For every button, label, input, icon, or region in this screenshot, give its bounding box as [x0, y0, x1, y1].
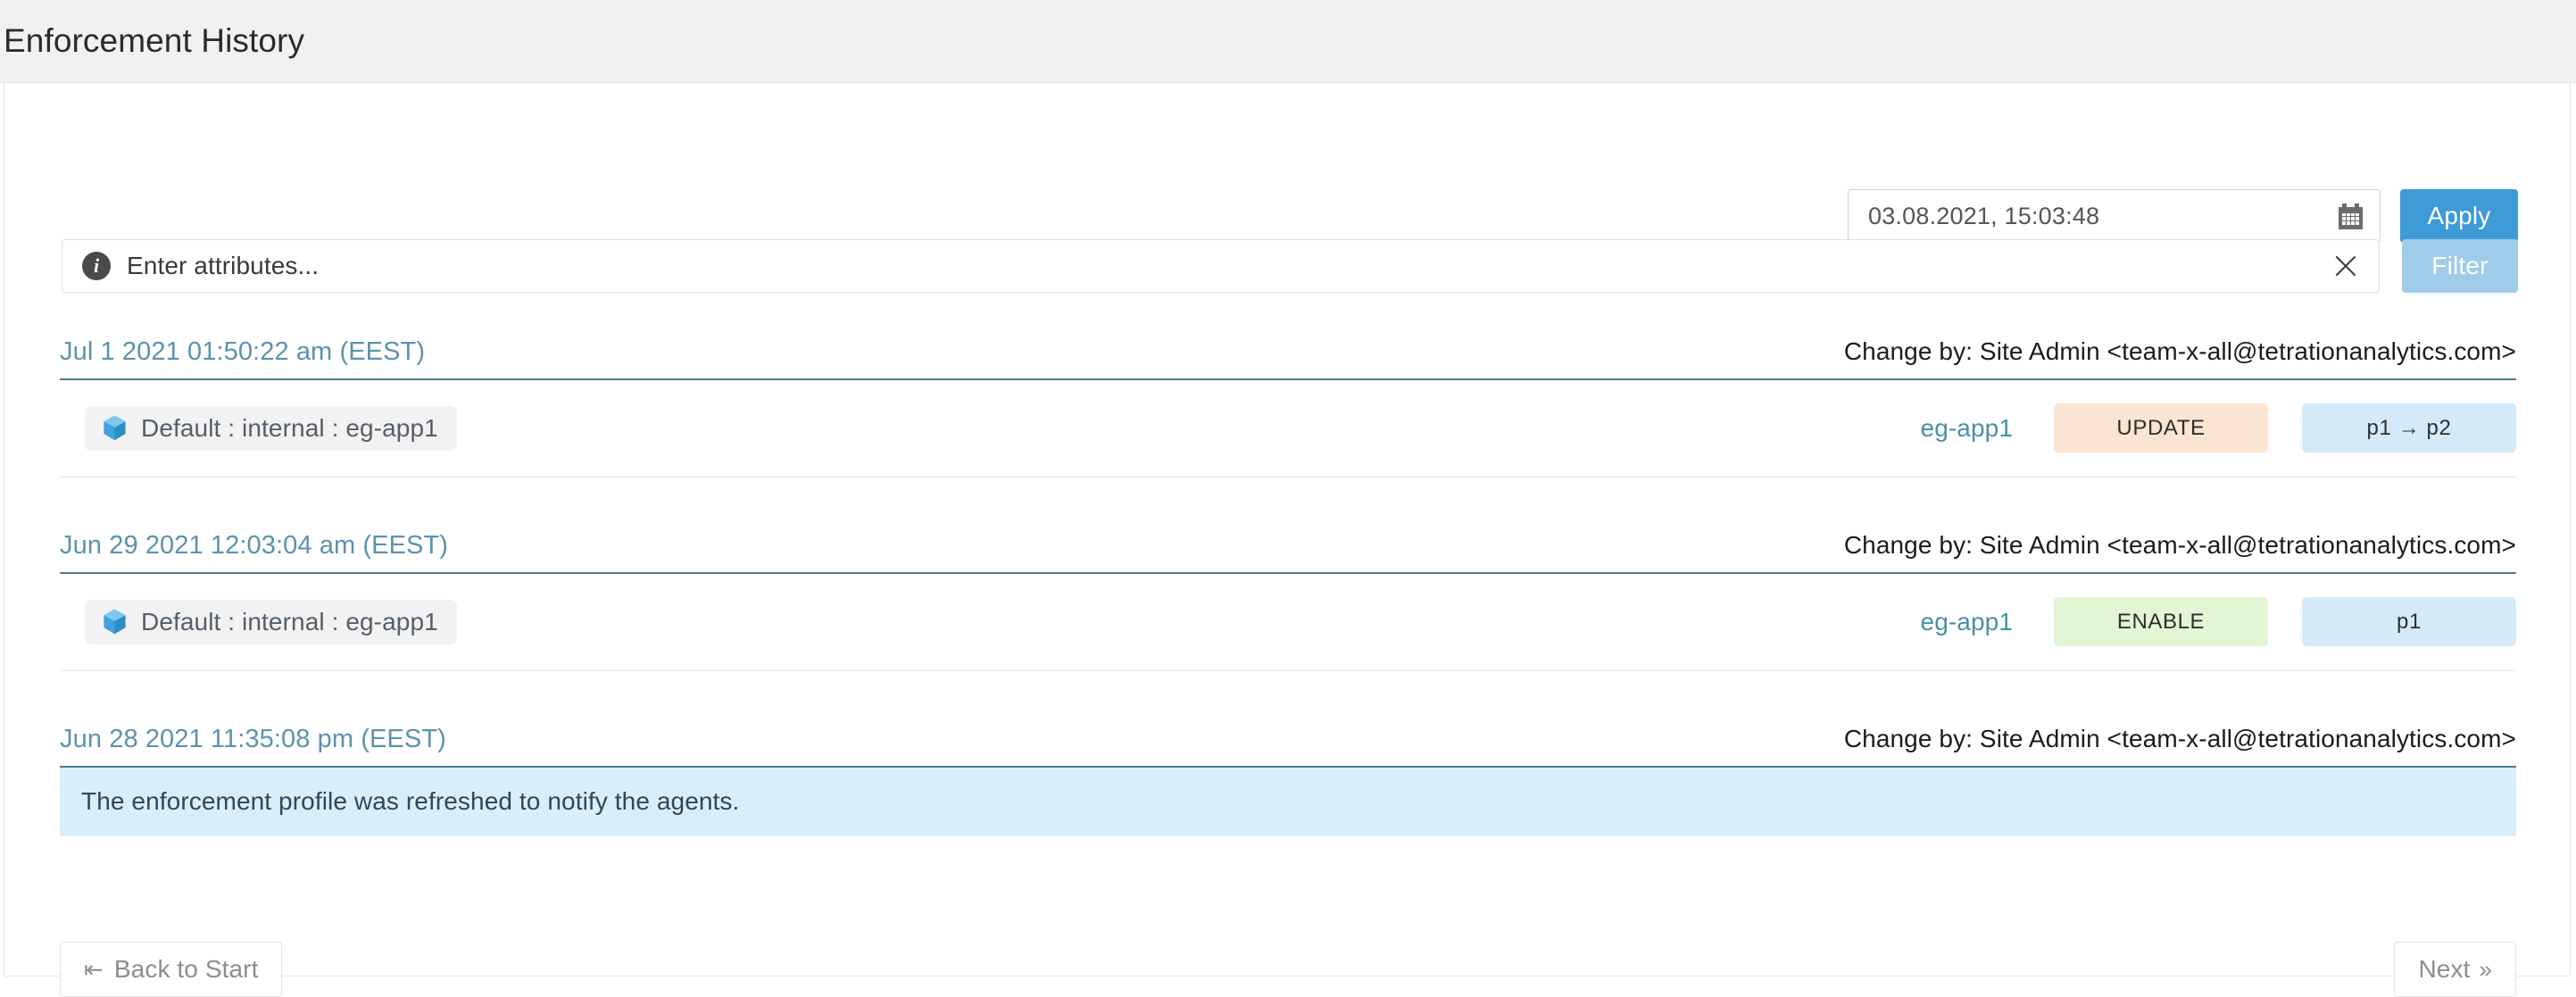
- cube-icon: [102, 608, 128, 636]
- history-group: Jun 29 2021 12:03:04 am (EEST) Change by…: [60, 531, 2516, 671]
- note-banner: The enforcement profile was refreshed to…: [60, 768, 2516, 836]
- enforcement-history-card: 03.08.2021, 15:03:48 Apply i Enter attri…: [4, 83, 2571, 997]
- apply-button[interactable]: Apply: [2400, 189, 2518, 243]
- back-to-start-icon: ⇤: [84, 955, 104, 983]
- version-badge: p1 → p2: [2302, 403, 2516, 453]
- history-group-header: Jun 28 2021 11:35:08 pm (EEST) Change by…: [60, 725, 2516, 768]
- event-author: Change by: Site Admin <team-x-all@tetrat…: [1843, 725, 2516, 752]
- page-title: Enforcement History: [4, 22, 305, 59]
- pagination: ⇤ Back to Start Next »: [60, 942, 2516, 997]
- search-input[interactable]: i Enter attributes...: [62, 239, 2380, 293]
- date-filter-row: 03.08.2021, 15:03:48 Apply: [1848, 189, 2518, 243]
- info-icon: i: [82, 252, 111, 280]
- attribute-filter-row: i Enter attributes... Filter: [62, 239, 2518, 293]
- history-group: Jul 1 2021 01:50:22 am (EEST) Change by:…: [60, 337, 2516, 478]
- event-author: Change by: Site Admin <team-x-all@tetrat…: [1843, 337, 2516, 365]
- row-actions: eg-app1 ENABLE p1: [1921, 597, 2516, 646]
- page-header: Enforcement History: [0, 0, 2576, 83]
- history-group-header: Jun 29 2021 12:03:04 am (EEST) Change by…: [60, 531, 2516, 574]
- next-page-label: Next: [2418, 955, 2471, 983]
- table-row: Default : internal : eg-app1 eg-app1 ENA…: [60, 574, 2516, 671]
- chevron-right-icon: »: [2479, 955, 2492, 983]
- table-row: Default : internal : eg-app1 eg-app1 UPD…: [60, 380, 2516, 478]
- application-link[interactable]: eg-app1: [1921, 608, 2013, 636]
- date-input-value: 03.08.2021, 15:03:48: [1868, 202, 2100, 229]
- status-badge: ENABLE: [2054, 597, 2268, 646]
- search-input-placeholder: Enter attributes...: [127, 252, 320, 279]
- calendar-icon[interactable]: [2339, 203, 2363, 229]
- back-to-start-label: Back to Start: [113, 955, 259, 983]
- scope-chip-label: Default : internal : eg-app1: [141, 413, 438, 442]
- next-page-button[interactable]: Next »: [2394, 942, 2516, 997]
- application-link[interactable]: eg-app1: [1921, 414, 2013, 443]
- event-timestamp[interactable]: Jul 1 2021 01:50:22 am (EEST): [60, 337, 425, 367]
- cube-icon: [102, 414, 128, 443]
- status-badge: UPDATE: [2054, 403, 2268, 453]
- event-timestamp[interactable]: Jun 28 2021 11:35:08 pm (EEST): [60, 725, 446, 754]
- filter-button[interactable]: Filter: [2402, 239, 2518, 293]
- event-author: Change by: Site Admin <team-x-all@tetrat…: [1843, 531, 2516, 559]
- row-actions: eg-app1 UPDATE p1 → p2: [1921, 403, 2516, 453]
- back-to-start-button[interactable]: ⇤ Back to Start: [60, 942, 283, 997]
- version-badge: p1: [2302, 597, 2516, 646]
- note-banner-text: The enforcement profile was refreshed to…: [81, 787, 740, 815]
- scope-chip[interactable]: Default : internal : eg-app1: [85, 405, 457, 451]
- history-group-header: Jul 1 2021 01:50:22 am (EEST) Change by:…: [60, 337, 2516, 380]
- scope-chip-label: Default : internal : eg-app1: [141, 607, 438, 636]
- history-list: Jul 1 2021 01:50:22 am (EEST) Change by:…: [60, 337, 2516, 836]
- date-input[interactable]: 03.08.2021, 15:03:48: [1848, 189, 2381, 243]
- close-icon[interactable]: [2331, 251, 2361, 281]
- history-group: Jun 28 2021 11:35:08 pm (EEST) Change by…: [60, 725, 2516, 836]
- scope-chip[interactable]: Default : internal : eg-app1: [85, 599, 457, 644]
- event-timestamp[interactable]: Jun 29 2021 12:03:04 am (EEST): [60, 531, 448, 561]
